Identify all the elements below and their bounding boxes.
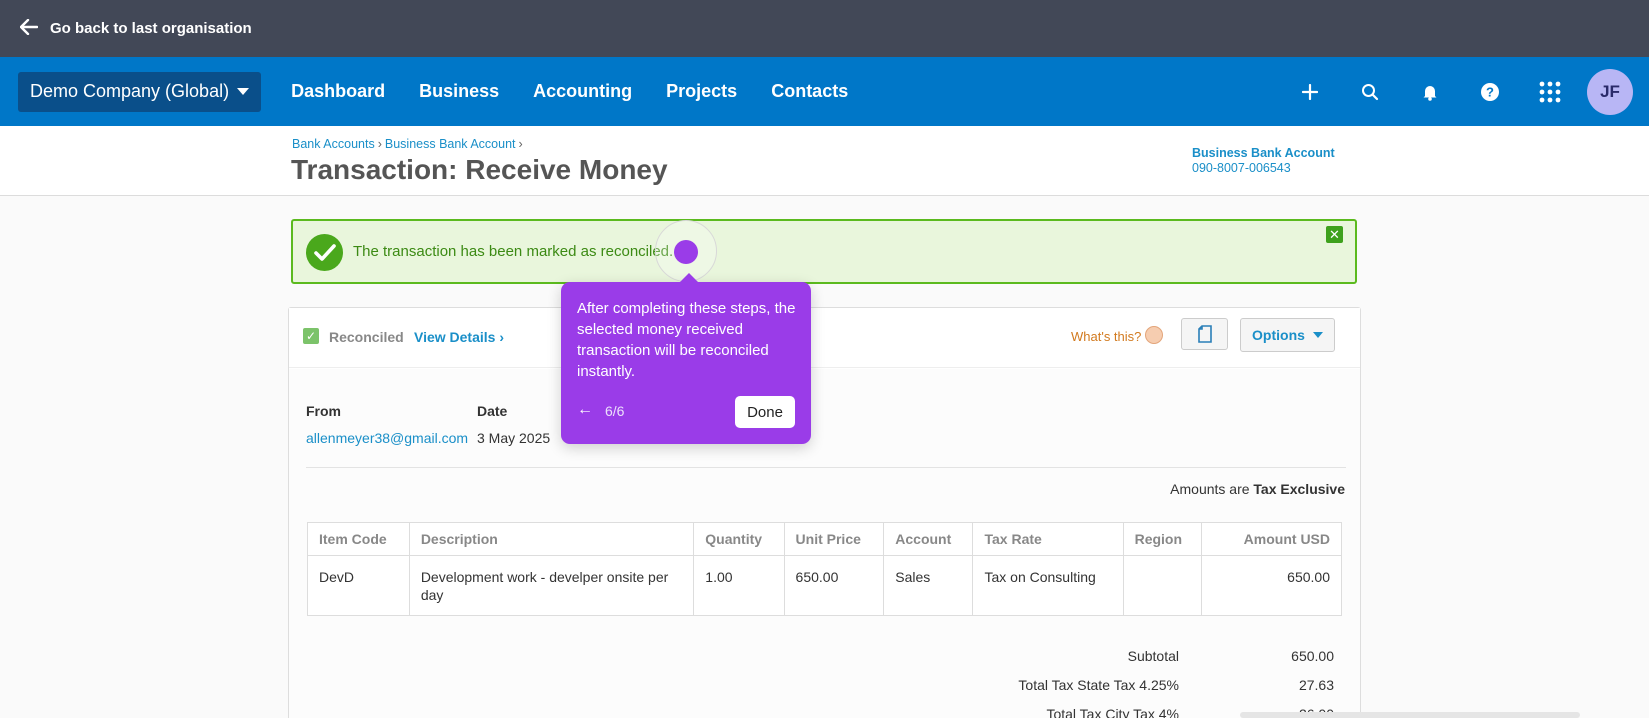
nav-menu: Dashboard Business Accounting Projects C… (291, 81, 882, 102)
organisation-switcher[interactable]: Demo Company (Global) (18, 71, 262, 112)
back-link-label: Go back to last organisation (50, 20, 252, 37)
breadcrumb-business-bank-account[interactable]: Business Bank Account (385, 137, 516, 151)
bell-icon[interactable] (1407, 69, 1453, 115)
nav-dashboard[interactable]: Dashboard (291, 81, 385, 102)
description-cell: Development work - develper onsite per d… (408, 555, 695, 616)
breadcrumb-separator: › (518, 137, 523, 151)
options-label: Options (1252, 327, 1305, 343)
reconciled-status: Reconciled (329, 329, 404, 345)
column-header: Account (883, 522, 974, 556)
arrow-left-icon (19, 18, 39, 39)
amount-cell: 650.00 (1201, 555, 1342, 616)
scroll-indicator (1240, 712, 1580, 718)
nav-actions: ? JF (1273, 69, 1633, 115)
amounts-prefix: Amounts are (1170, 481, 1254, 497)
user-avatar[interactable]: JF (1587, 69, 1633, 115)
column-header: Unit Price (783, 522, 885, 556)
column-header: Amount USD (1201, 522, 1342, 556)
guide-hotspot[interactable] (674, 240, 698, 264)
done-button[interactable]: Done (735, 396, 795, 428)
arrow-left-icon[interactable]: ← (577, 401, 593, 419)
guide-tooltip: After completing these steps, the select… (561, 273, 811, 444)
divider (306, 467, 1346, 468)
from-contact-link[interactable]: allenmeyer38@gmail.com (306, 430, 468, 446)
transaction-details: From Date allenmeyer38@gmail.com 3 May 2… (289, 369, 1360, 718)
date-value: 3 May 2025 (477, 430, 551, 446)
transaction-toolbar: ✓ Reconciled View Details › What's this?… (289, 308, 1360, 368)
caret-down-icon (237, 88, 250, 95)
help-icon[interactable]: ? (1467, 69, 1513, 115)
page-title: Transaction: Receive Money (291, 154, 668, 185)
column-header: Tax Rate (972, 522, 1124, 556)
nav-accounting[interactable]: Accounting (533, 81, 632, 102)
nav-contacts[interactable]: Contacts (771, 81, 848, 102)
amounts-tax-mode: Amounts are Tax Exclusive (1170, 481, 1345, 497)
transaction-card: ✓ Reconciled View Details › What's this?… (288, 307, 1361, 718)
check-circle-icon (306, 234, 343, 271)
total-value: 650.00 (1291, 648, 1334, 664)
account-name[interactable]: Business Bank Account (1192, 146, 1335, 161)
breadcrumb-bank-accounts[interactable]: Bank Accounts (292, 137, 375, 151)
nav-projects[interactable]: Projects (666, 81, 737, 102)
search-icon[interactable] (1347, 69, 1393, 115)
nav-business[interactable]: Business (419, 81, 499, 102)
total-label: Total Tax State Tax 4.25% (1018, 677, 1179, 693)
date-label: Date (477, 403, 508, 419)
column-header: Region (1122, 522, 1203, 556)
success-banner: The transaction has been marked as recon… (291, 219, 1357, 284)
page-header: Bank Accounts › Business Bank Account › Tra… (0, 126, 1649, 196)
from-label: From (306, 403, 341, 419)
top-navigation: Demo Company (Global) Dashboard Business… (0, 57, 1649, 126)
plus-icon[interactable] (1287, 69, 1333, 115)
breadcrumb: Bank Accounts › Business Bank Account › (292, 137, 526, 151)
account-info[interactable]: Business Bank Account 090-8007-006543 (1192, 146, 1335, 176)
whats-this-link[interactable]: What's this? (1071, 329, 1141, 344)
amounts-mode: Tax Exclusive (1253, 481, 1345, 497)
caret-down-icon (1312, 332, 1323, 338)
apps-grid-icon[interactable] (1527, 69, 1573, 115)
table-row: DevD Development work - develper onsite … (307, 555, 1342, 616)
table-header-row: Item Code Description Quantity Unit Pric… (307, 522, 1342, 556)
tax-rate-cell: Tax on Consulting (972, 555, 1124, 616)
total-value: 27.63 (1298, 677, 1334, 693)
view-details-link[interactable]: View Details › (414, 329, 504, 345)
account-number: 090-8007-006543 (1192, 161, 1291, 175)
total-label: Subtotal (1127, 648, 1179, 664)
attach-files-button[interactable] (1181, 318, 1228, 350)
speech-bubble-icon[interactable] (1145, 326, 1163, 344)
quantity-cell: 1.00 (693, 555, 785, 616)
account-cell: Sales (883, 555, 974, 616)
unit-price-cell: 650.00 (783, 555, 885, 616)
column-header: Quantity (693, 522, 785, 556)
column-header: Description (408, 522, 695, 556)
svg-text:?: ? (1486, 85, 1494, 100)
close-icon[interactable]: ✕ (1326, 226, 1343, 243)
back-to-organisation-bar[interactable]: Go back to last organisation (0, 0, 1649, 57)
organisation-name: Demo Company (Global) (30, 81, 230, 101)
totals-section: Subtotal 650.00 Total Tax State Tax 4.25… (929, 642, 1334, 718)
step-counter: 6/6 (605, 403, 625, 419)
total-label: Total Tax City Tax 4% (1046, 706, 1179, 718)
column-header: Item Code (307, 522, 410, 556)
document-icon (1197, 325, 1212, 343)
options-button[interactable]: Options (1240, 318, 1335, 352)
region-cell (1122, 555, 1203, 616)
line-items-table: Item Code Description Quantity Unit Pric… (307, 522, 1342, 616)
item-code-cell: DevD (307, 555, 410, 616)
breadcrumb-separator: › (377, 137, 382, 151)
state-tax-row: Total Tax State Tax 4.25% 27.63 (929, 671, 1334, 700)
reconciled-check-icon: ✓ (303, 328, 319, 344)
tooltip-text: After completing these steps, the select… (577, 300, 796, 380)
subtotal-row: Subtotal 650.00 (929, 642, 1334, 671)
success-message: The transaction has been marked as recon… (353, 243, 674, 260)
